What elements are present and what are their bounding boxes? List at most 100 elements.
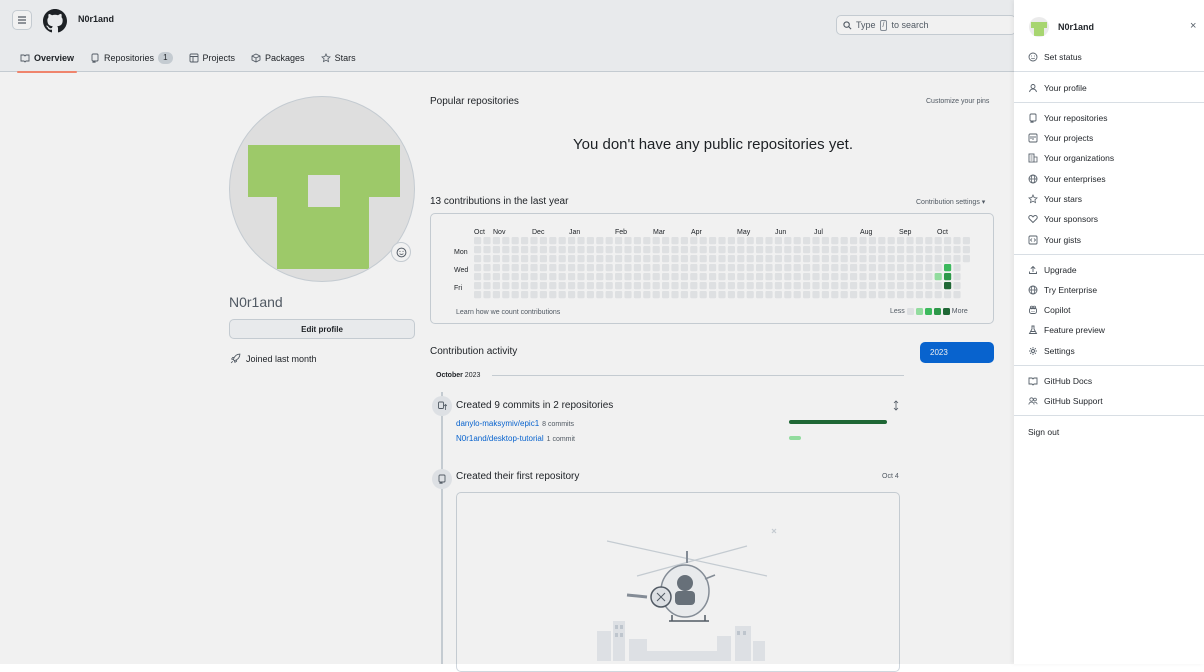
contribution-cell[interactable] — [662, 264, 670, 272]
contribution-cell[interactable] — [521, 273, 529, 281]
contribution-cell[interactable] — [624, 246, 632, 254]
contribution-cell[interactable] — [605, 264, 613, 272]
contribution-cell[interactable] — [953, 264, 961, 272]
contribution-cell[interactable] — [558, 264, 566, 272]
contribution-cell[interactable] — [690, 255, 698, 263]
contribution-cell[interactable] — [615, 255, 623, 263]
contribution-cell[interactable] — [831, 264, 839, 272]
contribution-cell[interactable] — [944, 237, 952, 245]
contribution-cell[interactable] — [539, 264, 547, 272]
contribution-cell[interactable] — [831, 255, 839, 263]
contribution-cell[interactable] — [511, 282, 519, 290]
contribution-cell[interactable] — [925, 237, 933, 245]
tab-projects[interactable]: Projects — [189, 44, 235, 72]
contribution-cell[interactable] — [803, 237, 811, 245]
contribution-cell[interactable] — [662, 291, 670, 299]
menu-item-your-repositories[interactable]: Your repositories — [1028, 110, 1107, 126]
contribution-cell[interactable] — [850, 255, 858, 263]
contribution-cell[interactable] — [746, 291, 754, 299]
contribution-cell[interactable] — [624, 291, 632, 299]
contribution-cell[interactable] — [850, 273, 858, 281]
contribution-cell[interactable] — [756, 246, 764, 254]
contribution-cell[interactable] — [586, 237, 594, 245]
contribution-cell[interactable] — [671, 282, 679, 290]
menu-item-your-sponsors[interactable]: Your sponsors — [1028, 211, 1098, 227]
contribution-cell[interactable] — [765, 255, 773, 263]
contribution-cell[interactable] — [652, 282, 660, 290]
contribution-cell[interactable] — [821, 246, 829, 254]
contribution-cell[interactable] — [539, 282, 547, 290]
contribution-cell[interactable] — [727, 264, 735, 272]
contribution-cell[interactable] — [831, 291, 839, 299]
contribution-cell[interactable] — [680, 282, 688, 290]
tab-repositories[interactable]: Repositories 1 — [90, 44, 173, 72]
contribution-cell[interactable] — [727, 237, 735, 245]
menu-item-your-enterprises[interactable]: Your enterprises — [1028, 171, 1106, 187]
contribution-cell[interactable] — [671, 273, 679, 281]
contribution-cell[interactable] — [605, 273, 613, 281]
contribution-cell[interactable] — [596, 282, 604, 290]
contribution-cell[interactable] — [530, 246, 538, 254]
contribution-cell[interactable] — [868, 237, 876, 245]
contribution-cell[interactable] — [915, 246, 923, 254]
contribution-cell[interactable] — [756, 282, 764, 290]
contribution-cell[interactable] — [690, 282, 698, 290]
contribution-cell[interactable] — [615, 237, 623, 245]
contribution-cell[interactable] — [737, 255, 745, 263]
contribution-cell[interactable] — [887, 273, 895, 281]
contribution-cell[interactable] — [765, 273, 773, 281]
contribution-cell[interactable] — [812, 255, 820, 263]
contribution-cell[interactable] — [962, 255, 970, 263]
contribution-cell[interactable] — [784, 291, 792, 299]
contribution-cell[interactable] — [558, 282, 566, 290]
contribution-cell[interactable] — [558, 255, 566, 263]
contribution-cell[interactable] — [699, 246, 707, 254]
contribution-cell[interactable] — [643, 237, 651, 245]
contribution-cell[interactable] — [756, 255, 764, 263]
contribution-cell[interactable] — [774, 255, 782, 263]
contribution-cell[interactable] — [483, 291, 491, 299]
contribution-cell[interactable] — [586, 273, 594, 281]
contribution-cell[interactable] — [756, 273, 764, 281]
contribution-cell[interactable] — [859, 237, 867, 245]
contribution-cell[interactable] — [492, 264, 500, 272]
contribution-cell[interactable] — [521, 255, 529, 263]
contribution-cell[interactable] — [868, 264, 876, 272]
contribution-cell[interactable] — [727, 291, 735, 299]
contribution-cell[interactable] — [831, 273, 839, 281]
contribution-cell[interactable] — [652, 237, 660, 245]
contribution-cell[interactable] — [812, 291, 820, 299]
contribution-cell[interactable] — [568, 264, 576, 272]
contribution-cell[interactable] — [511, 246, 519, 254]
contribution-cell[interactable] — [784, 237, 792, 245]
contribution-cell[interactable] — [643, 291, 651, 299]
contribution-cell[interactable] — [925, 264, 933, 272]
contribution-cell[interactable] — [690, 264, 698, 272]
contribution-cell[interactable] — [492, 282, 500, 290]
contribution-cell[interactable] — [690, 291, 698, 299]
contribution-cell[interactable] — [765, 291, 773, 299]
contribution-cell[interactable] — [840, 273, 848, 281]
menu-item-your-projects[interactable]: Your projects — [1028, 130, 1093, 146]
contribution-cell[interactable] — [718, 273, 726, 281]
contribution-cell[interactable] — [878, 246, 886, 254]
contribution-cell[interactable] — [727, 255, 735, 263]
contribution-cell[interactable] — [633, 264, 641, 272]
contribution-cell[interactable] — [577, 282, 585, 290]
contribution-cell[interactable] — [868, 246, 876, 254]
profile-avatar[interactable] — [229, 96, 415, 282]
search-input[interactable]: Type / to search — [836, 15, 1016, 35]
contribution-cell[interactable] — [793, 264, 801, 272]
contribution-cell[interactable] — [765, 282, 773, 290]
contribution-cell[interactable] — [549, 282, 557, 290]
contribution-cell[interactable] — [953, 282, 961, 290]
contribution-cell[interactable] — [539, 273, 547, 281]
contribution-cell[interactable] — [868, 291, 876, 299]
contribution-cell[interactable] — [925, 273, 933, 281]
contribution-cell[interactable] — [887, 291, 895, 299]
contribution-cell[interactable] — [652, 255, 660, 263]
contribution-cell[interactable] — [934, 255, 942, 263]
contribution-cell[interactable] — [925, 282, 933, 290]
contribution-cell[interactable] — [502, 273, 510, 281]
contribution-cell[interactable] — [690, 246, 698, 254]
